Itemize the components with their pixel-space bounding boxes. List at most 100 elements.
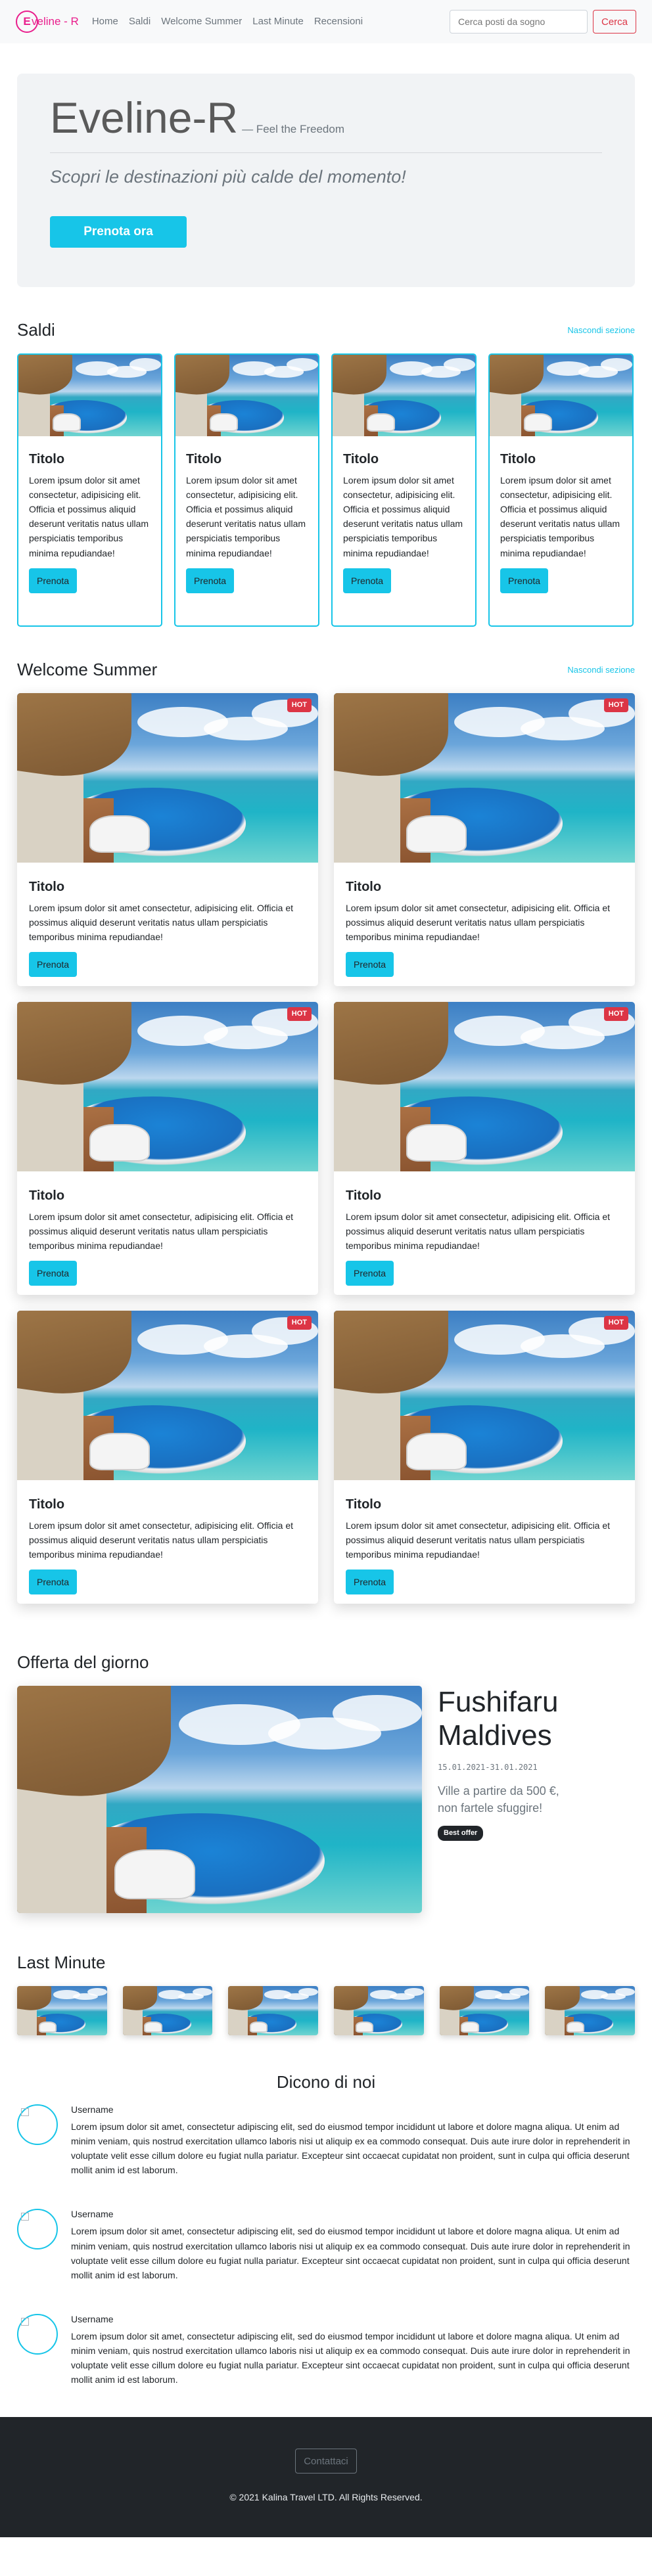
photo-chair [114, 1849, 196, 1900]
search-button[interactable]: Cerca [592, 10, 636, 34]
card-title: Titolo [29, 1188, 65, 1203]
resort-photo: HOT [334, 1002, 635, 1171]
nav-link-last-minute[interactable]: Last Minute [252, 14, 304, 30]
avatar [17, 2104, 58, 2145]
brand-logo[interactable]: E veline - R [16, 11, 79, 33]
photo-chair [89, 1432, 150, 1470]
offer-price: Ville a partire da 500 €, non fartele sfu… [438, 1784, 559, 1815]
review-text: Lorem ipsum dolor sit amet, consectetur … [71, 2121, 630, 2176]
review-item: Username Lorem ipsum dolor sit amet, con… [17, 2313, 635, 2387]
photo-chair [406, 815, 467, 853]
book-now-button[interactable]: Prenota ora [50, 216, 187, 248]
welcome-card: HOT Titolo Lorem ipsum dolor sit amet co… [17, 1002, 318, 1295]
photo-chair [406, 1432, 467, 1470]
nav-link-recensioni[interactable]: Recensioni [314, 14, 363, 30]
welcome-hide-link[interactable]: Nascondi sezione [567, 664, 635, 677]
prenota-button[interactable]: Prenota [343, 568, 392, 593]
nav-link-saldi[interactable]: Saldi [129, 14, 151, 30]
photo-cloud [87, 1988, 107, 1996]
card-text: Lorem ipsum dolor sit amet consectetur, … [29, 1211, 294, 1252]
offer-info: Fushifaru Maldives 15.01.2021-31.01.2021 … [438, 1686, 559, 1913]
prenota-button[interactable]: Prenota [29, 568, 78, 593]
avatar [17, 2209, 58, 2250]
saldi-grid: Titolo Lorem ipsum dolor sit amet consec… [17, 353, 635, 627]
search-form: Cerca [449, 10, 636, 34]
photo-cloud [615, 1988, 636, 1996]
card-text: Lorem ipsum dolor sit amet consectetur, … [346, 903, 611, 943]
photo-cloud [298, 1988, 318, 1996]
welcome-card: HOT Titolo Lorem ipsum dolor sit amet co… [334, 1002, 635, 1295]
hero-jumbotron: Eveline-R — Feel the Freedom Scopri le d… [17, 74, 635, 287]
photo-chair [250, 2022, 268, 2033]
resort-photo [175, 355, 318, 436]
photo-chair [89, 1123, 150, 1162]
main-content: Saldi Nascondi sezione Titolo Lorem ipsu… [17, 317, 636, 2387]
last-minute-thumb[interactable] [228, 1986, 319, 2035]
reviews-heading: Dicono di noi [276, 2072, 376, 2092]
card-text: Lorem ipsum dolor sit amet consectetur, … [29, 1520, 294, 1560]
saldi-hide-link[interactable]: Nascondi sezione [567, 324, 635, 337]
offer-photo[interactable] [17, 1686, 422, 1913]
card-text: Lorem ipsum dolor sit amet consectetur, … [346, 1520, 611, 1560]
review-item: Username Lorem ipsum dolor sit amet, con… [17, 2103, 635, 2177]
photo-chair [567, 2022, 585, 2033]
photo-cloud [404, 1988, 424, 1996]
last-minute-header: Last Minute [17, 1950, 635, 1976]
prenota-button[interactable]: Prenota [186, 568, 235, 593]
saldi-header: Saldi Nascondi sezione [17, 317, 635, 343]
brand-name: veline - R [32, 15, 79, 28]
hot-badge: HOT [287, 698, 312, 712]
card-title: Titolo [29, 880, 65, 894]
card-text: Lorem ipsum dolor sit amet consectetur, … [29, 903, 294, 943]
footer: Contattaci © 2021 Kalina Travel LTD. All… [0, 2417, 652, 2538]
welcome-card: HOT Titolo Lorem ipsum dolor sit amet co… [17, 1311, 318, 1604]
card-text: Lorem ipsum dolor sit amet consectetur, … [346, 1211, 611, 1252]
saldi-heading: Saldi [17, 320, 55, 340]
card-text: Lorem ipsum dolor sit amet consectetur, … [343, 475, 463, 558]
prenota-button[interactable]: Prenota [346, 1570, 394, 1595]
photo-chair [406, 1123, 467, 1162]
card-title: Titolo [29, 452, 65, 466]
contact-button[interactable]: Contattaci [295, 2449, 357, 2474]
nav-link-home[interactable]: Home [92, 14, 118, 30]
card-title: Titolo [346, 1188, 382, 1203]
card-title: Titolo [346, 1497, 382, 1512]
photo-chair [367, 413, 396, 432]
last-minute-thumb[interactable] [122, 1986, 213, 2035]
last-minute-thumb[interactable] [17, 1986, 107, 2035]
resort-photo: HOT [334, 1311, 635, 1480]
review-text: Lorem ipsum dolor sit amet, consectetur … [71, 2330, 630, 2385]
photo-chair [38, 2022, 57, 2033]
search-input[interactable] [449, 10, 588, 34]
prenota-button[interactable]: Prenota [346, 952, 394, 978]
saldi-card: Titolo Lorem ipsum dolor sit amet consec… [331, 353, 477, 627]
navbar: E veline - R Home Saldi Welcome Summer L… [0, 0, 652, 43]
prenota-button[interactable]: Prenota [346, 1261, 394, 1286]
resort-photo [333, 355, 475, 436]
resort-photo: HOT [17, 693, 318, 863]
saldi-card: Titolo Lorem ipsum dolor sit amet consec… [174, 353, 319, 627]
prenota-button[interactable]: Prenota [29, 1261, 78, 1286]
saldi-card: Titolo Lorem ipsum dolor sit amet consec… [17, 353, 162, 627]
card-title: Titolo [343, 452, 379, 466]
review-username: Username [71, 2313, 114, 2324]
photo-cloud [333, 1694, 422, 1732]
hot-badge: HOT [603, 1316, 628, 1330]
last-minute-heading: Last Minute [17, 1953, 106, 1972]
review-username: Username [71, 2104, 114, 2115]
prenota-button[interactable]: Prenota [29, 1570, 78, 1595]
photo-chair [144, 2022, 162, 2033]
best-offer-badge: Best offer [438, 1826, 484, 1841]
prenota-button[interactable]: Prenota [29, 952, 78, 978]
resort-photo: HOT [17, 1311, 318, 1480]
nav-link-welcome-summer[interactable]: Welcome Summer [161, 14, 242, 30]
last-minute-thumb[interactable] [439, 1986, 530, 2035]
welcome-card: HOT Titolo Lorem ipsum dolor sit amet co… [334, 1311, 635, 1604]
prenota-button[interactable]: Prenota [500, 568, 549, 593]
welcome-header: Welcome Summer Nascondi sezione [17, 657, 635, 683]
last-minute-thumb[interactable] [334, 1986, 424, 2035]
last-minute-thumb[interactable] [545, 1986, 636, 2035]
welcome-heading: Welcome Summer [17, 660, 158, 679]
photo-chair [355, 2022, 374, 2033]
photo-chair [210, 413, 239, 432]
